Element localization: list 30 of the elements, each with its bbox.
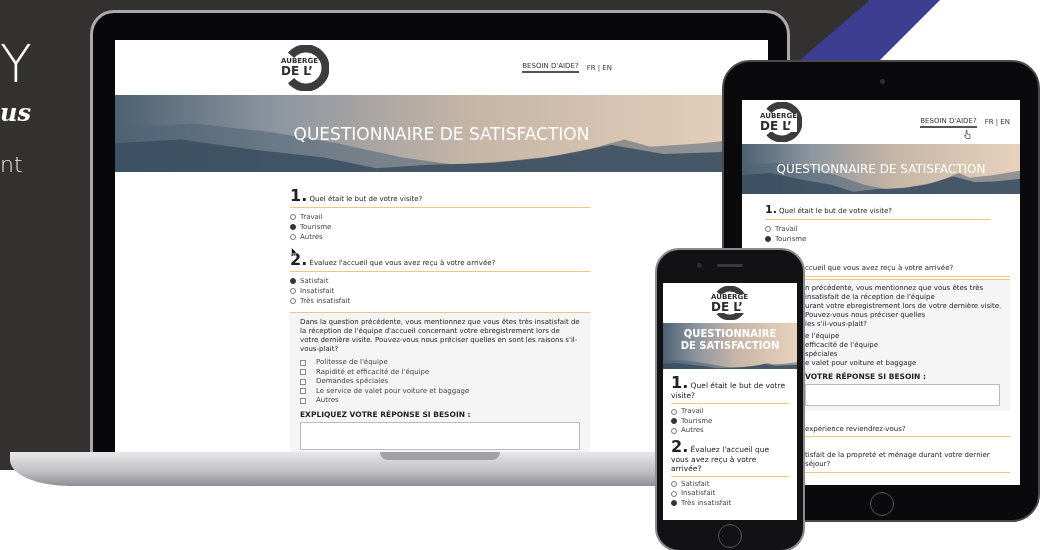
explanation-field[interactable] xyxy=(300,421,580,450)
banner-title: QUESTIONNAIRE DE SATISFACTION xyxy=(776,162,986,176)
radio-button[interactable] xyxy=(671,481,677,488)
radio-button[interactable] xyxy=(671,500,677,507)
backdrop-text: us xyxy=(0,100,32,126)
hand-cursor-icon xyxy=(964,130,971,139)
checkbox[interactable] xyxy=(300,359,306,366)
speaker-grille xyxy=(717,264,743,267)
radio-button[interactable] xyxy=(671,408,677,415)
explanation-field[interactable] xyxy=(805,383,1000,406)
radio-button[interactable] xyxy=(290,278,296,284)
checkbox[interactable] xyxy=(300,388,306,395)
camera-lens xyxy=(697,263,702,268)
checkbox[interactable] xyxy=(300,397,306,404)
backdrop-text: Y xyxy=(0,34,32,94)
radio-button[interactable] xyxy=(290,224,296,230)
radio-button[interactable] xyxy=(765,235,771,242)
radio-button[interactable] xyxy=(671,490,677,497)
backdrop-text: nt xyxy=(0,152,24,178)
checkbox[interactable] xyxy=(300,378,306,385)
camera-lens xyxy=(880,79,885,84)
radio-button[interactable] xyxy=(290,234,296,240)
radio-button[interactable] xyxy=(765,225,771,232)
radio-button[interactable] xyxy=(671,418,677,425)
radio-button[interactable] xyxy=(290,214,296,220)
banner-title: QUESTIONNAIRE DE SATISFACTION xyxy=(293,123,590,144)
radio-button[interactable] xyxy=(671,427,677,434)
checkbox[interactable] xyxy=(300,369,306,376)
radio-button[interactable] xyxy=(290,298,296,304)
radio-button[interactable] xyxy=(290,288,296,294)
